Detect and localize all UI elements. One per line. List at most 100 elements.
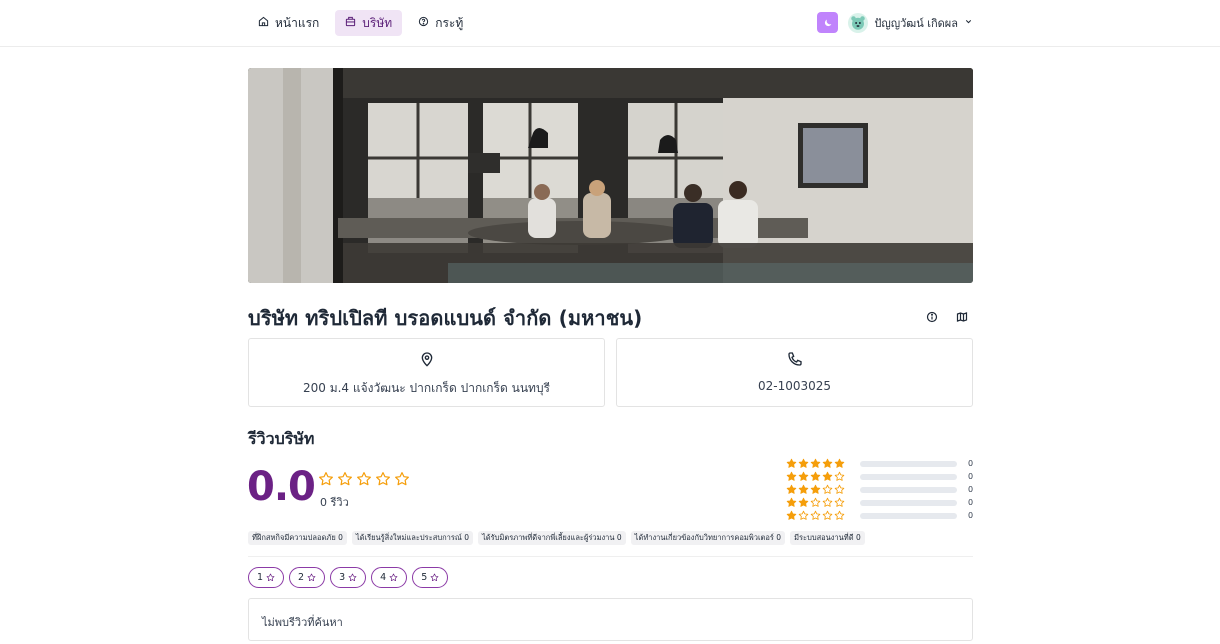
company-phone: 02-1003025 (757, 379, 832, 393)
reviews-section-title: รีวิวบริษัท (248, 429, 315, 448)
star-icon (822, 497, 833, 507)
header-actions: ปัญญวัฒน์ เกิดผล (817, 12, 973, 33)
review-tag: ได้ทำงานเกี่ยวข้องกับวิทยาการคอมพิวเตอร์… (630, 531, 786, 545)
distribution-row: 0 (786, 496, 974, 509)
review-tag: ได้รับมิตรภาพที่ดีจากพี่เลี้ยงและผู้ร่วม… (477, 531, 626, 545)
star-icon (810, 484, 821, 494)
star-icon (348, 573, 357, 582)
star-filter-label: 2 (298, 572, 305, 583)
star-icon (389, 573, 398, 582)
distribution-count: 0 (968, 511, 974, 520)
distribution-stars (786, 471, 850, 482)
average-score: 0.0 (247, 464, 316, 510)
map-button[interactable] (951, 306, 973, 328)
star-icon (798, 497, 809, 507)
star-icon (319, 472, 333, 486)
map-icon (956, 308, 968, 327)
location-pin-icon (419, 351, 435, 371)
company-actions (921, 306, 973, 328)
star-filter-4[interactable]: 4 (371, 567, 408, 588)
star-icon (376, 472, 390, 486)
star-filter-1[interactable]: 1 (248, 567, 285, 588)
distribution-bar (860, 473, 957, 480)
distribution-stars (786, 458, 850, 469)
star-filter-3[interactable]: 3 (330, 567, 367, 588)
distribution-bar (860, 512, 957, 519)
star-icon (810, 458, 821, 468)
rating-distribution: 0 0 0 0 0 (786, 457, 974, 522)
star-filter-label: 5 (421, 572, 428, 583)
moon-icon (823, 13, 833, 32)
star-icon (822, 471, 833, 481)
star-icon (834, 484, 845, 494)
review-count: 0 รีวิว (320, 496, 349, 509)
distribution-stars (786, 497, 850, 508)
star-icon (786, 458, 797, 468)
distribution-bar (860, 499, 957, 506)
distribution-row: 0 (786, 483, 974, 496)
review-tags: ที่ฝึกสหกิจมีความปลอดภัย 0 ได้เรียนรู้สิ่… (248, 531, 865, 545)
star-icon (798, 471, 809, 481)
star-icon (810, 497, 821, 507)
distribution-count: 0 (968, 498, 974, 507)
star-icon (395, 472, 409, 486)
star-icon (834, 471, 845, 481)
star-filter-2[interactable]: 2 (289, 567, 326, 588)
review-tag: มีระบบสอนงานที่ดี 0 (790, 531, 865, 545)
distribution-count: 0 (968, 459, 974, 468)
nav-home[interactable]: หน้าแรก (248, 10, 329, 36)
company-cover-image (248, 68, 973, 283)
nav-forum[interactable]: กระทู้ (408, 10, 473, 36)
distribution-stars (786, 484, 850, 495)
info-icon (926, 308, 938, 327)
star-icon (266, 573, 275, 582)
star-icon (338, 472, 352, 486)
empty-reviews-box: ไม่พบรีวิวที่ค้นหา (248, 598, 973, 641)
chevron-down-icon (964, 16, 973, 29)
user-menu[interactable]: ปัญญวัฒน์ เกิดผล (848, 12, 973, 33)
distribution-bar (860, 460, 957, 467)
star-icon (822, 510, 833, 520)
star-icon (786, 471, 797, 481)
main-nav: หน้าแรก บริษัท กระทู้ (248, 10, 473, 36)
user-name: ปัญญวัฒน์ เกิดผล (874, 16, 958, 30)
star-icon (430, 573, 439, 582)
star-filter-label: 1 (257, 572, 264, 583)
star-icon (798, 510, 809, 520)
building-icon (345, 16, 356, 30)
distribution-row: 0 (786, 509, 974, 522)
star-icon (798, 484, 809, 494)
avatar-icon (848, 12, 869, 33)
star-icon (822, 484, 833, 494)
home-icon (258, 16, 269, 30)
distribution-count: 0 (968, 472, 974, 481)
star-icon (307, 573, 316, 582)
star-icon (798, 458, 809, 468)
star-icon (810, 471, 821, 481)
star-filter-label: 3 (339, 572, 346, 583)
star-filter-label: 4 (380, 572, 387, 583)
average-rating-stars (318, 471, 410, 487)
nav-companies[interactable]: บริษัท (335, 10, 403, 36)
company-name: บริษัท ทริปเปิลที บรอดแบนด์ จำกัด (มหาชน… (248, 306, 643, 330)
star-icon (786, 484, 797, 494)
question-icon (418, 16, 429, 30)
nav-forum-label: กระทู้ (435, 15, 464, 30)
distribution-row: 0 (786, 470, 974, 483)
star-icon (834, 458, 845, 468)
section-divider (248, 556, 973, 557)
phone-icon (787, 351, 803, 371)
info-button[interactable] (921, 306, 943, 328)
phone-card: 02-1003025 (616, 338, 973, 407)
star-filters: 1 2 3 4 5 (248, 567, 449, 588)
star-icon (810, 510, 821, 520)
nav-companies-label: บริษัท (362, 15, 393, 30)
distribution-count: 0 (968, 485, 974, 494)
star-filter-5[interactable]: 5 (412, 567, 449, 588)
review-tag: ที่ฝึกสหกิจมีความปลอดภัย 0 (248, 531, 347, 545)
company-address: 200 ม.4 แจ้งวัฒนะ ปากเกร็ด ปากเกร็ด นนทบ… (302, 381, 551, 395)
theme-toggle-button[interactable] (817, 12, 839, 33)
star-icon (786, 510, 797, 520)
distribution-row: 0 (786, 457, 974, 470)
top-navbar: หน้าแรก บริษัท กระทู้ ปัญญวัฒน์ เกิดผล (0, 0, 1220, 47)
